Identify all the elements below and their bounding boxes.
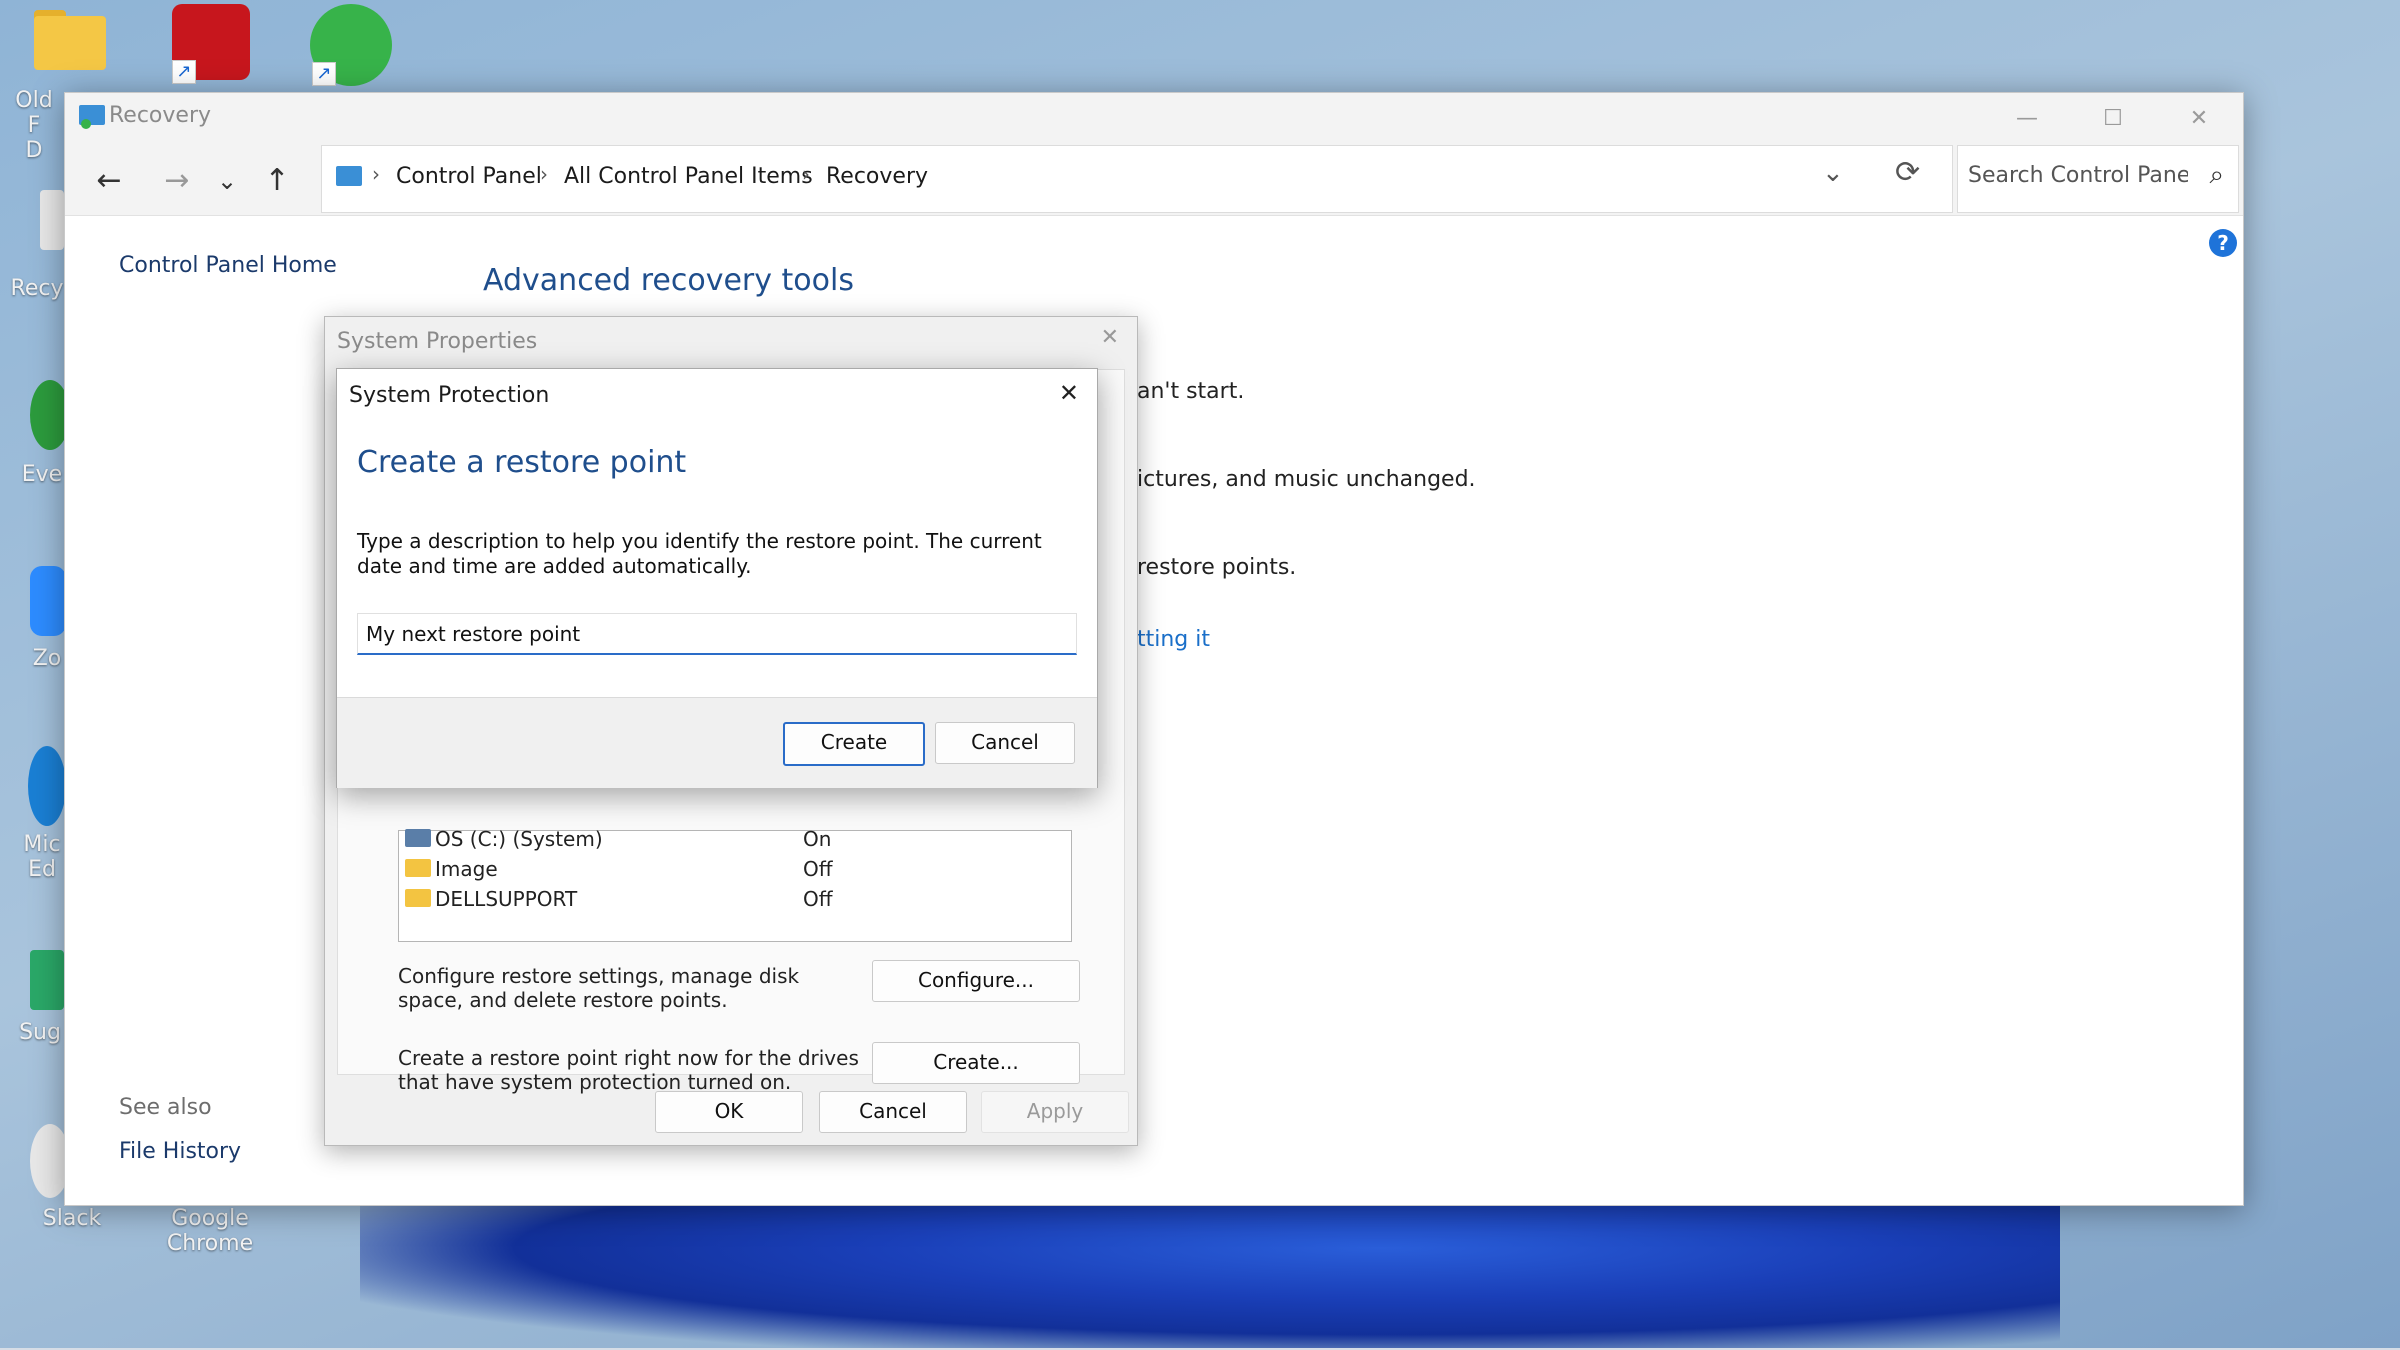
recycle-bin-icon[interactable] [40,190,64,250]
list-item[interactable]: OS (C:) (System) On [403,825,1063,853]
restore-point-description-input[interactable] [357,613,1077,655]
close-icon[interactable]: ✕ [1101,325,1119,350]
search-box[interactable]: ⌕ [1957,145,2239,213]
breadcrumb-all-items[interactable]: All Control Panel Items [564,164,813,189]
dialog-instructions: Type a description to help you identify … [357,529,1042,578]
back-arrow-icon[interactable]: ← [87,159,131,203]
page-heading: Advanced recovery tools [483,263,854,298]
recent-locations-chevron-icon[interactable]: ⌄ [205,159,249,203]
drive-name: DELLSUPPORT [435,887,578,911]
partial-description-line: ictures, and music unchanged. [1137,467,1476,492]
search-icon[interactable]: ⌕ [2209,160,2224,191]
breadcrumb-separator: › [372,162,380,186]
breadcrumb-separator[interactable]: › [540,162,548,186]
shortcut-arrow-icon: ↗ [312,62,336,86]
desktop-label-evernote: Eve [21,462,63,487]
maximize-button[interactable]: ☐ [2083,99,2143,139]
dialog-footer: Create Cancel [337,697,1097,788]
configure-description: Configure restore settings, manage disk … [398,964,800,1012]
folder-icon [405,859,431,877]
file-history-link[interactable]: File History [119,1139,241,1164]
desktop-label-recycle: Recy [10,276,64,301]
close-icon[interactable]: ✕ [1059,379,1079,407]
partial-description-line: an't start. [1137,379,1245,404]
system-protection-dialog: System Protection ✕ Create a restore poi… [336,368,1098,788]
close-button[interactable]: ✕ [2169,99,2229,139]
up-arrow-icon[interactable]: ↑ [255,159,299,203]
minimize-button[interactable]: — [1997,99,2057,139]
drive-protection-status: Off [803,887,833,911]
list-item[interactable]: Image Off [403,855,1063,883]
partial-description-line: restore points. [1137,555,1297,580]
forward-arrow-icon[interactable]: → [155,159,199,203]
search-input[interactable] [1966,162,2190,189]
drive-protection-status: On [803,827,832,851]
create-ellipsis-button[interactable]: Create... [872,1042,1080,1084]
zoom-icon[interactable] [30,566,66,636]
drive-name: Image [435,857,498,881]
desktop-label-zoom: Zo [32,646,62,671]
partial-link[interactable]: tting it [1137,627,1210,652]
drive-icon [405,829,431,847]
desktop-label-old-folder: Old F D [15,88,53,163]
breadcrumb-control-panel[interactable]: Control Panel [396,164,542,189]
title-bar[interactable]: Recovery — ☐ ✕ [65,93,2243,145]
control-panel-icon [79,105,105,129]
desktop-label-slack: Slack [42,1206,102,1231]
drive-name: OS (C:) (System) [435,827,603,851]
desktop-label-sugar: Sug [19,1020,61,1045]
cancel-button[interactable]: Cancel [819,1091,967,1133]
dialog-title: System Properties [337,329,538,354]
sugarsync-icon[interactable] [30,950,64,1010]
protection-drive-list[interactable]: OS (C:) (System) On Image Off DELLSUPPOR… [398,827,1072,942]
list-item[interactable]: DELLSUPPORT Off [403,885,1063,913]
ok-button[interactable]: OK [655,1091,803,1133]
drive-protection-status: Off [803,857,833,881]
help-icon[interactable]: ? [2209,229,2237,257]
refresh-icon[interactable]: ⟳ [1895,155,1920,190]
folder-icon [34,16,106,70]
control-panel-home-link[interactable]: Control Panel Home [119,253,337,278]
configure-button[interactable]: Configure... [872,960,1080,1002]
breadcrumb-recovery[interactable]: Recovery [826,164,928,189]
create-button[interactable]: Create [783,722,925,766]
edge-icon[interactable] [28,746,66,826]
window-title: Recovery [109,103,212,128]
dialog-title: System Protection [349,383,550,408]
desktop-label-chrome: Google Chrome [166,1206,254,1256]
folder-icon [405,889,431,907]
control-panel-icon [336,166,362,186]
see-also-label: See also [119,1095,212,1120]
address-dropdown-chevron-icon[interactable]: ⌄ [1822,158,1844,188]
apply-button[interactable]: Apply [981,1091,1129,1133]
cancel-button[interactable]: Cancel [935,722,1075,764]
shortcut-arrow-icon: ↗ [172,60,196,84]
dialog-heading: Create a restore point [357,445,687,480]
address-bar[interactable]: › Control Panel › All Control Panel Item… [321,145,1953,213]
create-description: Create a restore point right now for the… [398,1046,859,1094]
navigation-bar: ← → ⌄ ↑ › Control Panel › All Control Pa… [65,145,2243,216]
desktop-label-edge: Mic Ed [23,832,61,882]
breadcrumb-separator[interactable]: › [802,162,810,186]
